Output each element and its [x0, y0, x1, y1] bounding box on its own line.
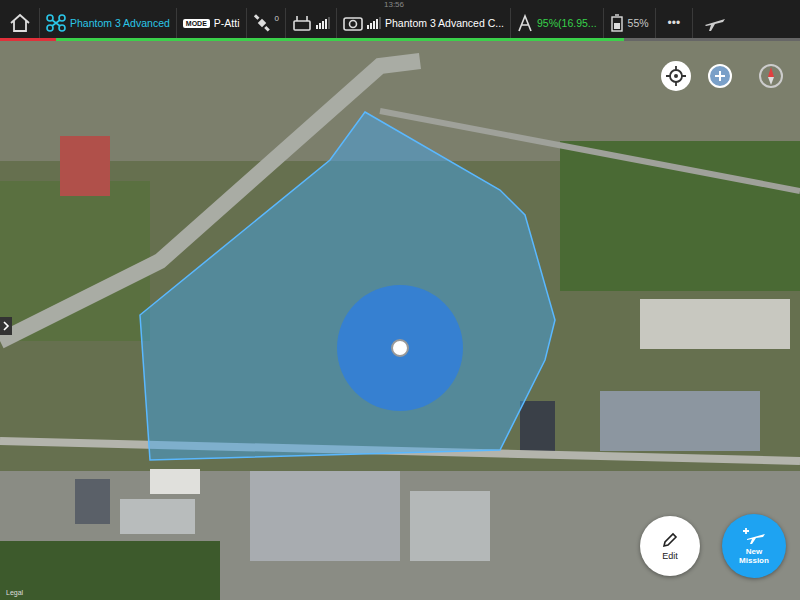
remote-battery-icon [610, 14, 624, 32]
mission-planner: 13:56 Phantom 3 Advanced MODE P-Atti 0 Phanto… [0, 0, 800, 600]
side-panel-toggle[interactable] [0, 317, 12, 335]
more-button[interactable]: ••• [656, 8, 694, 38]
new-mission-button[interactable]: New Mission [722, 514, 786, 578]
battery-gauge-fill [56, 38, 624, 41]
camera-icon [343, 15, 363, 31]
plane-plus-icon [741, 526, 767, 546]
aircraft-name: Phantom 3 Advanced [70, 17, 170, 29]
plane-icon [703, 13, 727, 33]
satellite-icon [253, 14, 271, 32]
video-status[interactable]: Phantom 3 Advanced C... [337, 8, 511, 38]
locate-button[interactable] [661, 61, 691, 91]
gps-status: 0 [247, 8, 286, 38]
aircraft-range [337, 285, 463, 411]
status-time: 13:56 [384, 0, 404, 9]
camera-name: Phantom 3 Advanced C... [385, 17, 504, 29]
battery-gauge [0, 38, 800, 41]
remote-controller-icon [292, 15, 312, 31]
map-view-button[interactable] [705, 61, 735, 91]
crosshair-icon [665, 65, 687, 87]
aircraft-battery[interactable]: 95%(16.95... [511, 8, 604, 38]
aircraft-marker[interactable] [392, 340, 408, 356]
aircraft-battery-value: 95%(16.95... [537, 17, 597, 29]
compass-icon [758, 63, 784, 89]
satellite-map [0, 41, 800, 600]
compass-button[interactable] [756, 61, 786, 91]
mission-actions: Edit New Mission [640, 514, 786, 578]
battery-icon [517, 14, 533, 32]
remote-signal-bars [316, 17, 330, 29]
remote-battery: 55% [604, 8, 656, 38]
remote-battery-value: 55% [628, 17, 649, 29]
aircraft-view-icon [707, 63, 733, 89]
flight-mode: MODE P-Atti [177, 8, 247, 38]
map[interactable]: Legal Edit New Mission [0, 41, 800, 600]
aircraft-status[interactable]: Phantom 3 Advanced [40, 8, 177, 38]
home-button[interactable] [0, 8, 40, 38]
battery-gauge-warning [0, 38, 56, 41]
chevron-right-icon [2, 320, 10, 332]
takeoff-button[interactable] [693, 8, 737, 38]
edit-label: Edit [662, 551, 678, 561]
mode-value: P-Atti [214, 17, 240, 29]
edit-button[interactable]: Edit [640, 516, 700, 576]
pencil-icon [661, 531, 679, 549]
home-icon [9, 13, 31, 33]
remote-signal [286, 8, 337, 38]
video-signal-bars [367, 17, 381, 29]
new-mission-label: New Mission [734, 548, 774, 566]
mission-area[interactable] [140, 112, 555, 460]
map-attribution[interactable]: Legal [6, 589, 23, 596]
satellite-count: 0 [275, 14, 279, 23]
drone-icon [46, 14, 66, 32]
mode-badge: MODE [183, 19, 210, 28]
